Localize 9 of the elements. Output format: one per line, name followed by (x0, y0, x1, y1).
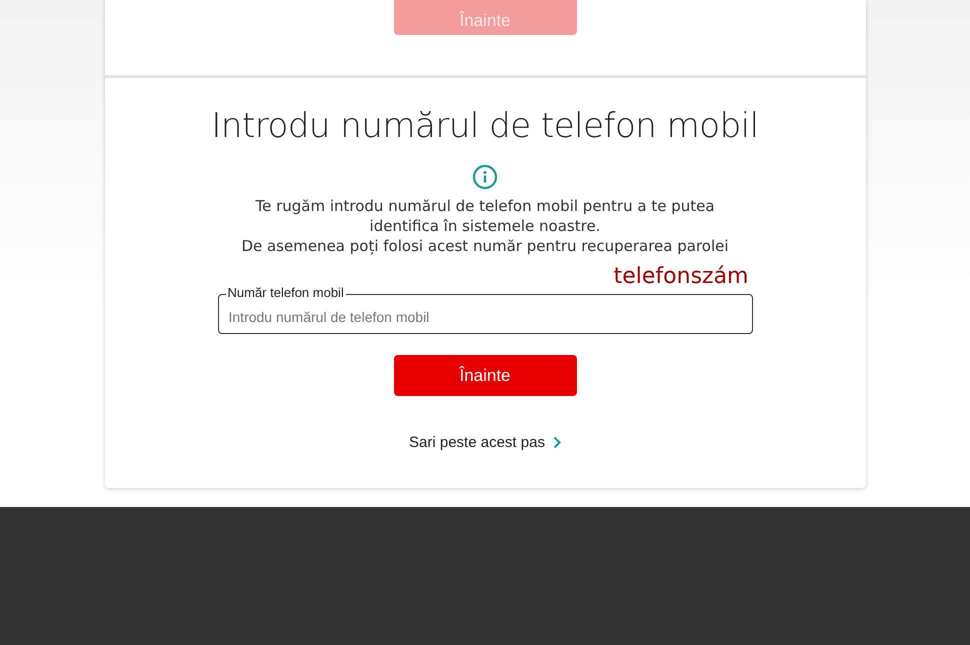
description-text: De asemenea poți folosi acest număr pentru recuperarea parolei (240, 236, 730, 256)
page-title: Introdu numărul de telefon mobil (211, 106, 759, 146)
annotation-text: telefonszám (614, 264, 748, 290)
skip-link[interactable]: Sari peste acest pas (409, 434, 561, 451)
chevron-right-icon (552, 436, 561, 449)
description-text: Te rugăm introdu numărul de telefon mobil pentru a te putea identifica în sistemele noastre. (254, 196, 716, 236)
field-label: Număr telefon mobil (226, 285, 346, 300)
info-icon (472, 164, 498, 190)
next-button[interactable]: Înainte (394, 355, 576, 396)
